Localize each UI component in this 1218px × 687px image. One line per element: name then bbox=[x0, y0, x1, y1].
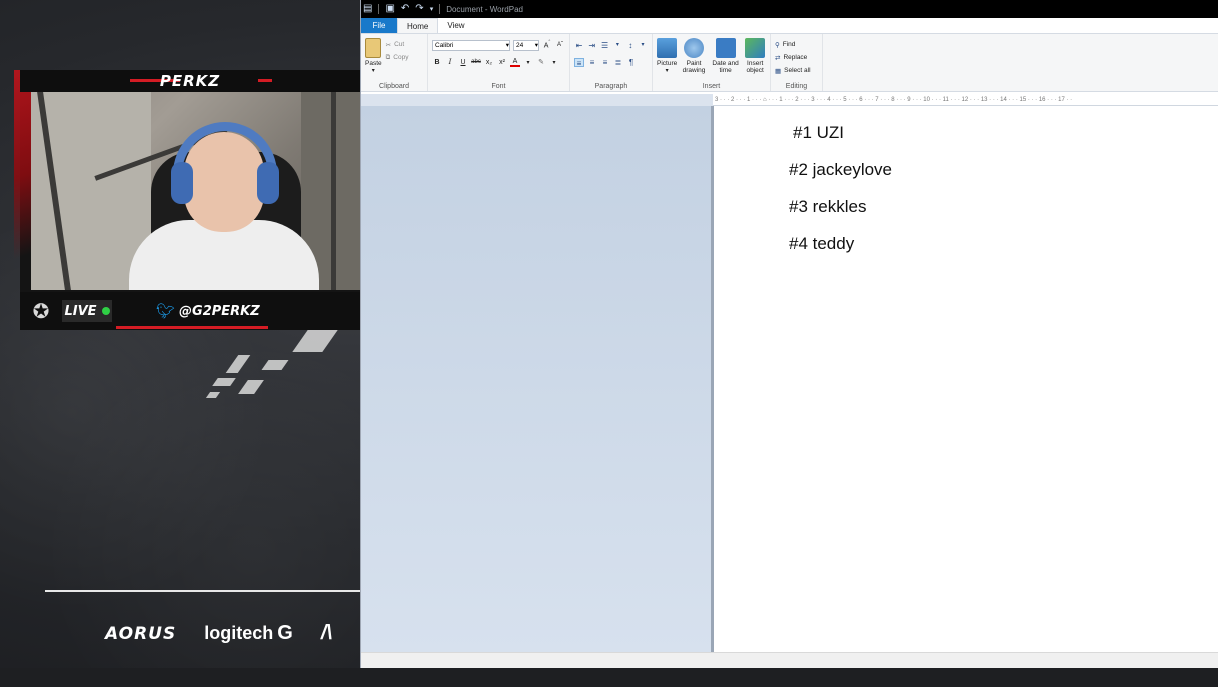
superscript-button[interactable]: x² bbox=[497, 59, 507, 66]
webcam-footer: ✪ LIVE 🐦︎ @G2PERKZ bbox=[20, 292, 360, 330]
highlight-dropdown-icon[interactable]: ▾ bbox=[549, 59, 559, 66]
tab-home[interactable]: Home bbox=[397, 18, 439, 33]
align-center-icon[interactable]: ≡ bbox=[587, 58, 597, 67]
document-line-3[interactable]: #3 rekkles bbox=[789, 197, 866, 217]
editing-group-label: Editing bbox=[785, 83, 808, 90]
strikethrough-button[interactable]: abc bbox=[471, 59, 481, 65]
redo-icon[interactable]: ↷ bbox=[415, 4, 423, 14]
insert-group: Picture ▾ Paint drawing Date and time In… bbox=[653, 34, 771, 91]
chevron-down-icon: ▾ bbox=[505, 42, 509, 49]
header-accent-right bbox=[258, 79, 272, 82]
find-button[interactable]: ⚲ Find bbox=[775, 38, 818, 51]
streamer-name: PERKZ bbox=[159, 72, 221, 90]
calendar-clock-icon bbox=[715, 38, 736, 58]
select-all-icon: ▦ bbox=[775, 67, 782, 75]
picture-icon bbox=[657, 38, 678, 58]
ruler[interactable]: 3 · · · 2 · · · 1 · · · ⌂ · · · 1 · · · … bbox=[713, 94, 1218, 106]
subscript-button[interactable]: x₂ bbox=[484, 59, 494, 66]
g2-logo-icon: ✪ bbox=[32, 300, 50, 323]
sponsor-asus-logo: /\ bbox=[320, 622, 332, 644]
ribbon: Paste ▾ ✂ Cut ⧉ Copy Clipboard Calibri▾ bbox=[361, 33, 1218, 92]
webcam-header: PERKZ bbox=[20, 70, 360, 92]
live-label: LIVE bbox=[64, 303, 97, 319]
replace-icon: ⇄ bbox=[775, 54, 781, 62]
sponsor-bar: AORUS logitech G /\ bbox=[105, 622, 332, 645]
align-left-icon[interactable]: ≡ bbox=[574, 57, 584, 68]
clipboard-group-label: Clipboard bbox=[379, 83, 409, 90]
document-background bbox=[361, 106, 711, 652]
sponsor-divider bbox=[45, 590, 360, 592]
binoculars-icon: ⚲ bbox=[775, 41, 780, 49]
twitter-handle-block: 🐦︎ @G2PERKZ bbox=[156, 302, 260, 320]
decrease-indent-icon[interactable]: ⇤ bbox=[574, 41, 584, 50]
undo-icon[interactable]: ↶ bbox=[401, 4, 409, 14]
insert-object-icon bbox=[745, 38, 766, 58]
logitech-g-icon: G bbox=[277, 622, 293, 644]
wordpad-window: ▤ ▣ ↶ ↷ ▾ Document - WordPad File Home V… bbox=[360, 0, 1218, 668]
font-family-select[interactable]: Calibri ▾ bbox=[432, 39, 510, 51]
customize-toolbar-icon[interactable]: ▾ bbox=[430, 6, 434, 13]
bullet-list-icon[interactable]: ☰ bbox=[600, 41, 610, 50]
text-color-dropdown-icon[interactable]: ▾ bbox=[523, 59, 533, 66]
grow-font-button[interactable]: Aˆ bbox=[542, 40, 552, 49]
footer-accent bbox=[116, 326, 268, 329]
cut-button[interactable]: ✂ Cut bbox=[386, 38, 409, 51]
bottom-strip bbox=[0, 668, 1218, 687]
bullet-dropdown-icon[interactable]: ▾ bbox=[612, 41, 622, 50]
tab-file[interactable]: File bbox=[361, 18, 397, 33]
line-spacing-dropdown-icon[interactable]: ▾ bbox=[638, 41, 648, 50]
document-line-4[interactable]: #4 teddy bbox=[789, 234, 854, 254]
document-page[interactable]: #1 UZI #2 jackeylove #3 rekkles #4 teddy bbox=[714, 106, 1218, 652]
webcam-video bbox=[31, 92, 360, 290]
replace-button[interactable]: ⇄ Replace bbox=[775, 51, 818, 64]
highlight-icon[interactable]: ✎ bbox=[536, 58, 546, 66]
font-group-label: Font bbox=[491, 83, 506, 90]
font-size-select[interactable]: 24 ▾ bbox=[513, 39, 539, 51]
document-line-2[interactable]: #2 jackeylove bbox=[789, 160, 892, 180]
webcam-frame: PERKZ ✪ LIVE 🐦︎ @G2PERKZ bbox=[14, 70, 360, 330]
align-right-icon[interactable]: ≡ bbox=[600, 58, 610, 67]
paragraph-settings-icon[interactable]: ¶ bbox=[626, 58, 636, 67]
wordpad-app-icon[interactable]: ▤ bbox=[363, 4, 372, 14]
paste-icon bbox=[365, 38, 382, 58]
underline-button[interactable]: U bbox=[458, 59, 468, 66]
justify-icon[interactable]: ≣ bbox=[613, 58, 623, 67]
font-group: Calibri ▾ 24 ▾ Aˆ Aˇ B I U abc x₂ x² A ▾ ✎… bbox=[428, 34, 570, 91]
window-title: Document - WordPad bbox=[446, 4, 523, 14]
status-bar bbox=[361, 652, 1218, 668]
title-bar: ▤ ▣ ↶ ↷ ▾ Document - WordPad bbox=[361, 0, 1218, 18]
line-spacing-icon[interactable]: ↕ bbox=[625, 41, 635, 50]
chevron-down-icon: ▾ bbox=[534, 42, 538, 49]
shrink-font-button[interactable]: Aˇ bbox=[555, 42, 565, 48]
text-color-button[interactable]: A bbox=[510, 58, 520, 67]
ribbon-tabs: File Home View bbox=[361, 18, 1218, 33]
increase-indent-icon[interactable]: ⇥ bbox=[587, 41, 597, 50]
paragraph-group: ⇤ ⇥ ☰ ▾ ↕ ▾ ≡ ≡ ≡ ≣ ¶ Paragraph bbox=[570, 34, 653, 91]
live-badge: LIVE bbox=[62, 300, 112, 322]
copy-icon: ⧉ bbox=[385, 53, 391, 61]
paste-dropdown-icon[interactable]: ▾ bbox=[372, 67, 375, 74]
scissors-icon: ✂ bbox=[385, 41, 392, 49]
document-line-1[interactable]: #1 UZI bbox=[793, 123, 844, 143]
save-icon[interactable]: ▣ bbox=[385, 4, 394, 14]
tab-view[interactable]: View bbox=[438, 18, 473, 33]
paint-brush-icon bbox=[684, 38, 705, 58]
copy-button[interactable]: ⧉ Copy bbox=[386, 51, 409, 64]
clipboard-group: Paste ▾ ✂ Cut ⧉ Copy Clipboard bbox=[361, 34, 428, 91]
sponsor-aorus-logo: AORUS bbox=[105, 623, 177, 644]
italic-button[interactable]: I bbox=[445, 58, 455, 66]
twitter-handle: @G2PERKZ bbox=[179, 303, 260, 319]
paragraph-group-label: Paragraph bbox=[594, 83, 628, 90]
select-all-button[interactable]: ▦ Select all bbox=[775, 64, 818, 77]
editing-group: ⚲ Find ⇄ Replace ▦ Select all Editing bbox=[771, 34, 823, 91]
bold-button[interactable]: B bbox=[432, 59, 442, 66]
sponsor-logitech-logo: logitech G bbox=[204, 622, 293, 644]
ruler-margin bbox=[361, 94, 713, 106]
twitter-bird-icon: 🐦︎ bbox=[156, 303, 176, 320]
insert-group-label: Insert bbox=[702, 83, 721, 90]
live-dot-icon bbox=[101, 307, 110, 315]
